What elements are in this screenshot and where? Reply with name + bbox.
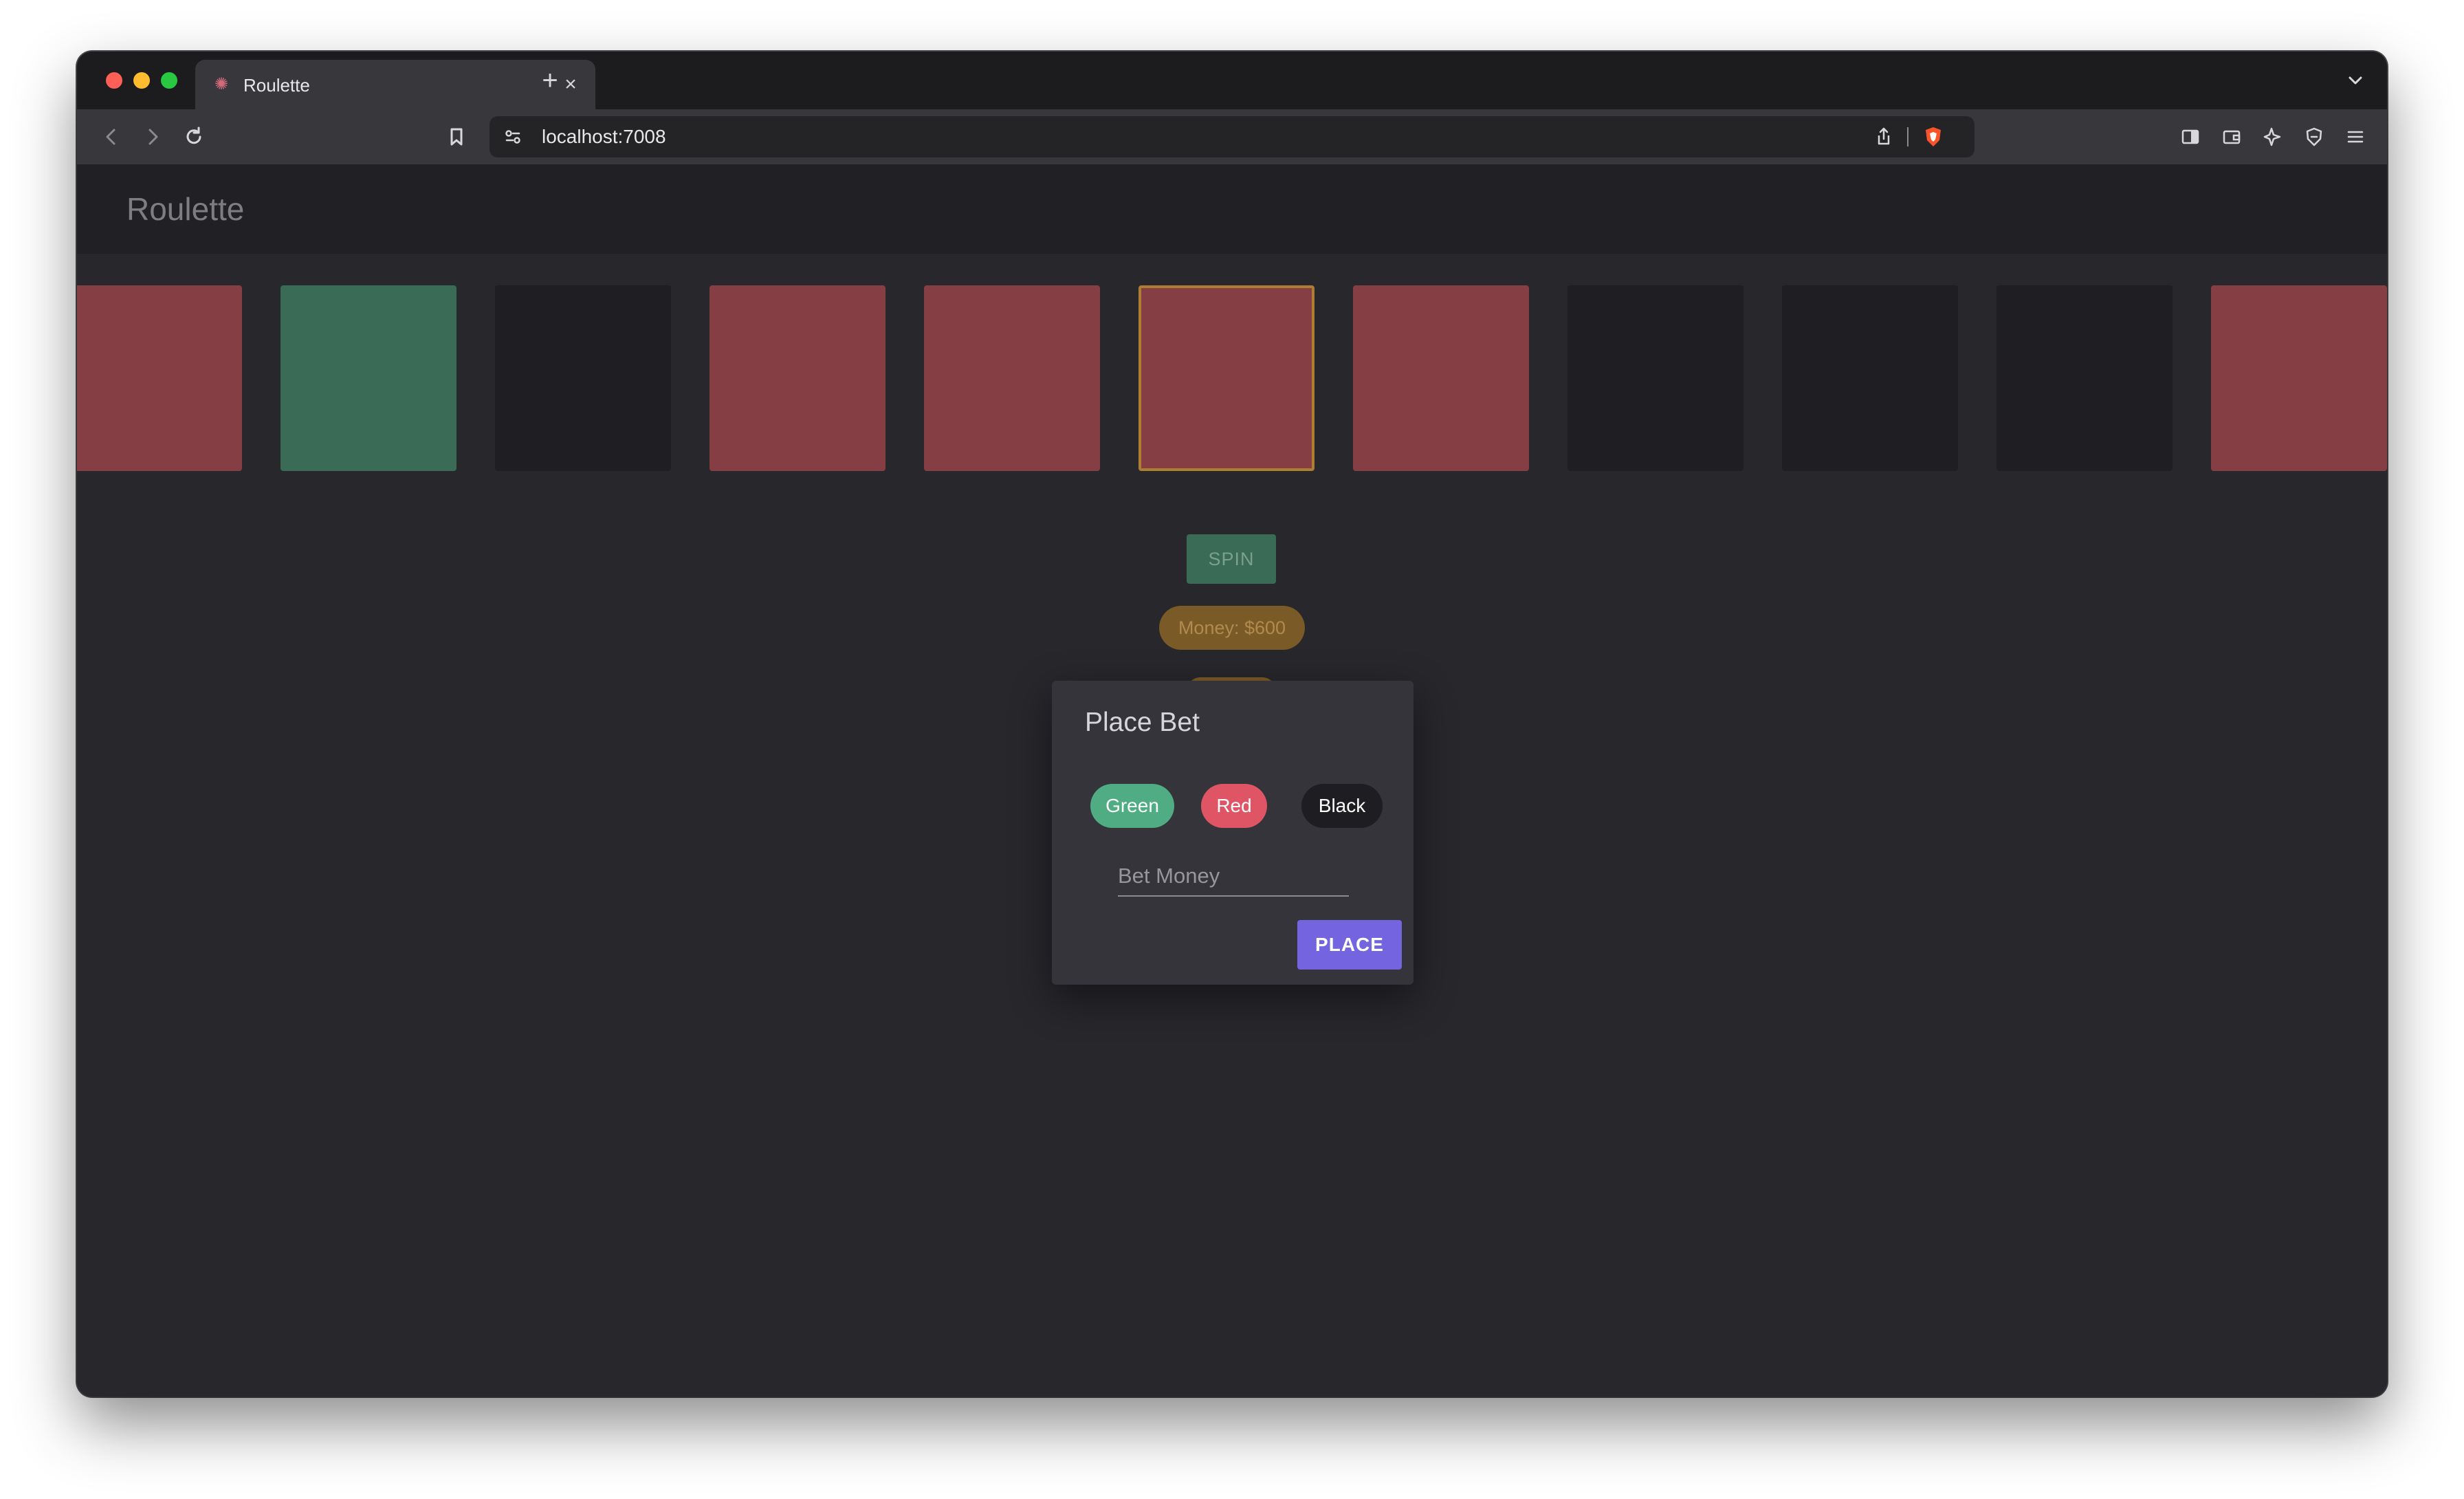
wheel-slot-black <box>1782 285 1958 471</box>
wheel-slot-red <box>77 285 242 471</box>
bet-red-button[interactable]: Red <box>1201 784 1267 828</box>
bet-black-button[interactable]: Black <box>1301 784 1383 828</box>
back-icon[interactable] <box>98 123 125 151</box>
reload-icon[interactable] <box>180 123 208 151</box>
wheel-slot-red <box>710 285 886 471</box>
browser-toolbar: localhost:7008 <box>77 109 2387 164</box>
tab-roulette[interactable]: ✺ Roulette × <box>195 60 595 109</box>
roulette-content: SPIN Money: $600 Place Bet Green Red Bla… <box>77 254 2387 1397</box>
app-title: Roulette <box>126 191 245 227</box>
maximize-window-button[interactable] <box>161 72 177 89</box>
app-header: Roulette <box>77 164 2387 254</box>
wheel-slot-red <box>2211 285 2387 471</box>
tab-strip: ✺ Roulette × + <box>77 52 2387 109</box>
money-chip: Money: $600 <box>1159 606 1305 650</box>
tab-list-chevron-icon[interactable] <box>2343 68 2368 93</box>
close-window-button[interactable] <box>106 72 122 89</box>
bet-money-input[interactable] <box>1118 857 1349 895</box>
wheel-slot-black <box>1996 285 2172 471</box>
wheel-slot-black <box>1568 285 1744 471</box>
spin-button[interactable]: SPIN <box>1187 534 1276 584</box>
place-button[interactable]: PLACE <box>1297 920 1402 970</box>
url-text[interactable]: localhost:7008 <box>542 127 666 147</box>
bet-money-field <box>1118 857 1349 897</box>
wallet-icon[interactable] <box>2218 123 2245 151</box>
brave-shield-icon[interactable] <box>1920 123 1947 151</box>
wheel-slot-red <box>1353 285 1529 471</box>
dialog-title: Place Bet <box>1085 708 1200 737</box>
sidebar-icon[interactable] <box>2177 123 2204 151</box>
bookmark-icon[interactable] <box>443 123 470 151</box>
vpn-shield-icon[interactable] <box>2300 123 2328 151</box>
favicon-icon: ✺ <box>214 75 229 94</box>
wheel-slot-black <box>495 285 671 471</box>
wheel-slot-selected <box>1138 285 1314 471</box>
wheel-slot-green <box>280 285 456 471</box>
forward-icon[interactable] <box>139 123 166 151</box>
wheel-slot-red <box>924 285 1100 471</box>
place-bet-dialog: Place Bet Green Red Black PLACE <box>1052 681 1414 985</box>
site-settings-icon[interactable] <box>499 123 527 151</box>
address-bar[interactable]: localhost:7008 <box>490 116 1974 157</box>
leo-ai-icon[interactable] <box>2259 123 2287 151</box>
new-tab-button[interactable]: + <box>536 67 564 94</box>
menu-icon[interactable] <box>2342 123 2369 151</box>
tab-title: Roulette <box>243 75 310 96</box>
bet-green-button[interactable]: Green <box>1090 784 1174 828</box>
url-divider <box>1907 127 1908 146</box>
browser-window: ✺ Roulette × + localhost:7008 Roulette S… <box>77 52 2387 1397</box>
minimize-window-button[interactable] <box>133 72 150 89</box>
share-icon[interactable] <box>1870 123 1898 151</box>
